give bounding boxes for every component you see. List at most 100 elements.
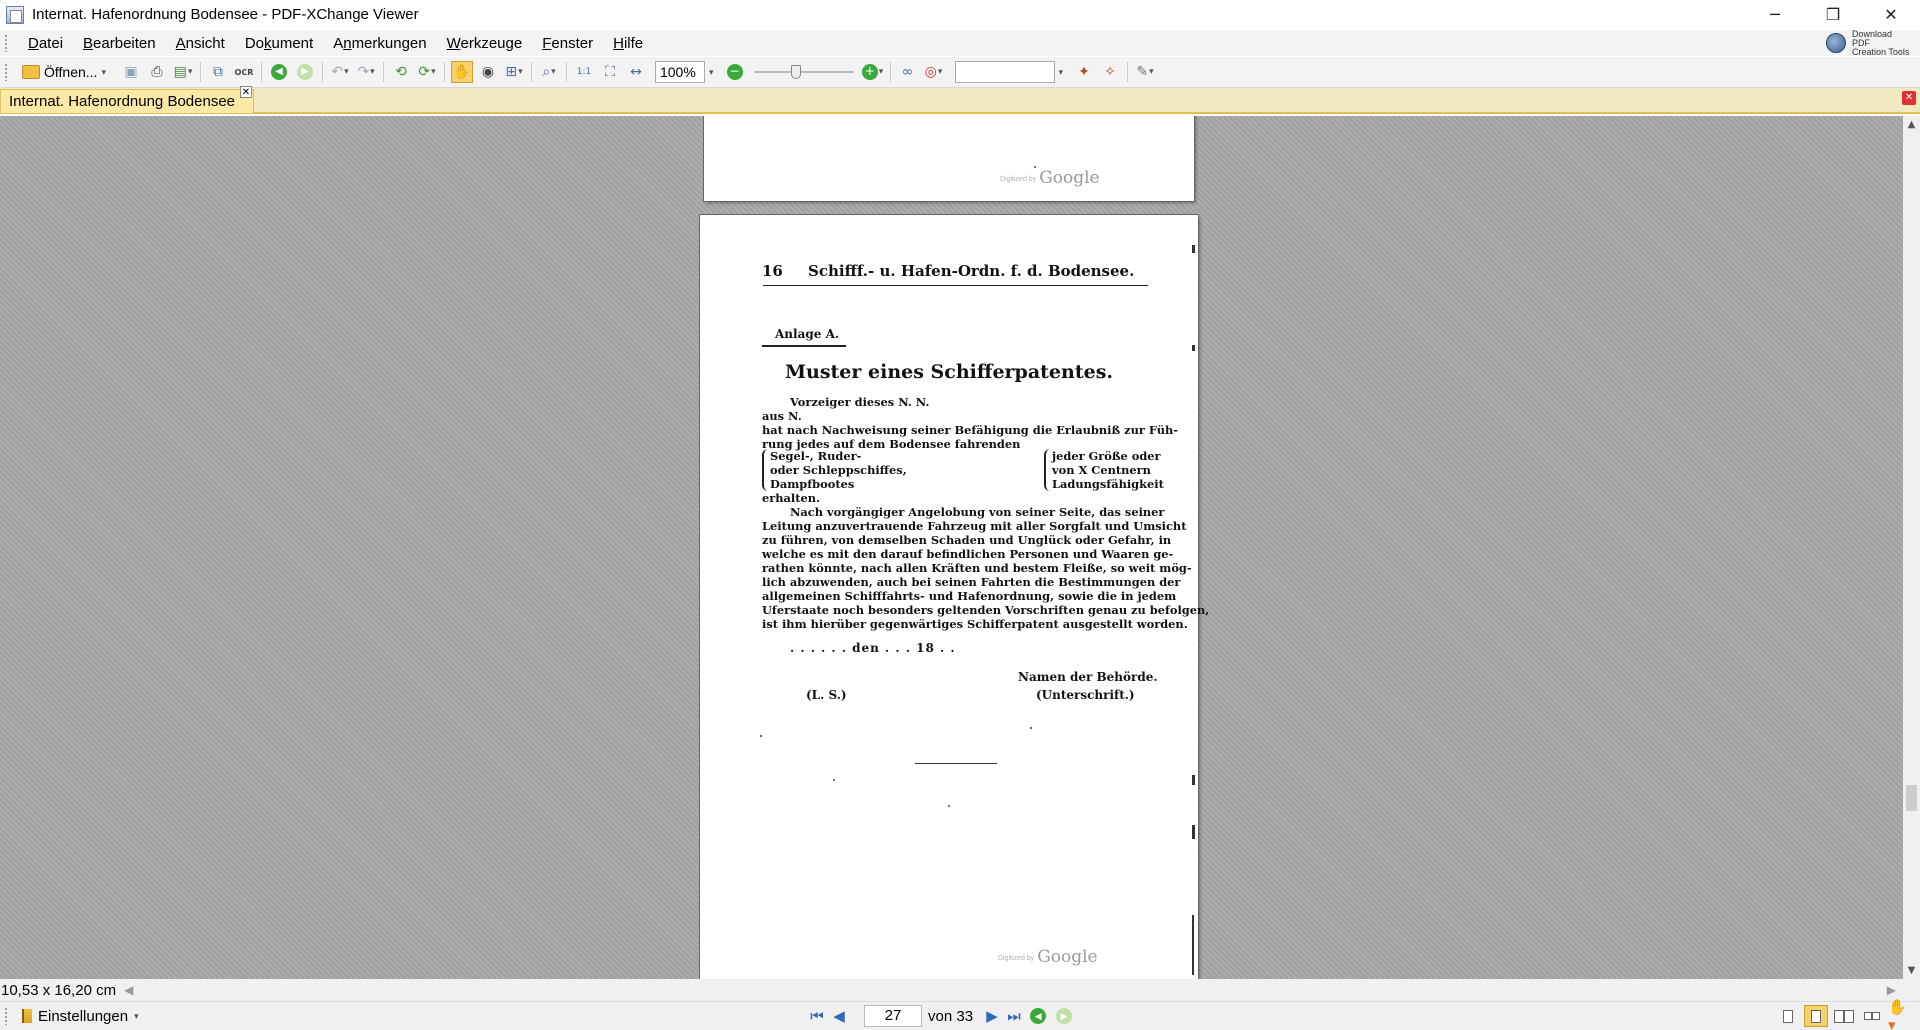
vertical-scroll-thumb[interactable]	[1906, 785, 1917, 811]
promo-line-2: Creation Tools	[1852, 46, 1910, 57]
menu-datei[interactable]: Datei	[18, 35, 73, 52]
restore-button[interactable]: ❐	[1804, 0, 1862, 29]
document-viewport[interactable]: Digitized by Google 16 Schifff.- u. Hafen…	[0, 116, 1903, 979]
search-prev-icon[interactable]: ✦	[1073, 61, 1095, 83]
globe-icon	[1826, 33, 1846, 53]
promo-line-1: Download PDF	[1852, 28, 1893, 48]
continuous-page-icon[interactable]	[1804, 1005, 1828, 1027]
facing-pages-icon[interactable]	[1832, 1005, 1856, 1027]
erhalten-text: erhalten.	[762, 491, 820, 505]
previous-page: Digitized by Google	[704, 116, 1194, 201]
forward-icon[interactable]: ▶	[294, 61, 316, 83]
zoom-slider-thumb[interactable]	[790, 65, 801, 79]
snapshot-icon[interactable]: ◉	[477, 61, 499, 83]
close-window-button[interactable]: ✕	[1862, 0, 1920, 29]
status-bar: Einstellungen ▾ ⏮ ◀ 27 von 33 ▶ ⏭ ◀ ▶ ✋▾	[0, 998, 1920, 1030]
hand-tool-icon[interactable]: ✋	[450, 61, 473, 83]
zoom-out-icon[interactable]: −	[724, 61, 746, 83]
save-icon[interactable]: ▣	[120, 61, 142, 83]
next-page-icon[interactable]: ▶	[981, 1005, 1003, 1027]
paragraph-line: lich abzuwenden, auch bei seinen Fahrten…	[762, 575, 1181, 589]
rotate-left-icon[interactable]: ⟲	[390, 61, 412, 83]
menu-anmerkungen[interactable]: Anmerkungen	[323, 35, 436, 52]
history-forward-icon[interactable]: ▶	[1056, 1008, 1073, 1024]
search-engine-icon[interactable]: ◎	[923, 61, 945, 83]
zoom-dropdown-icon[interactable]: ▾	[709, 67, 714, 78]
appendix-rule	[762, 345, 846, 347]
settings-button[interactable]: Einstellungen ▾	[22, 1008, 139, 1025]
export-icon[interactable]: ▤	[172, 61, 194, 83]
vertical-scrollbar[interactable]: ▲ ▼	[1903, 116, 1920, 979]
toolbar-grip[interactable]	[4, 63, 8, 81]
open-button[interactable]: Öffnen... ▾	[18, 64, 118, 80]
ocr-icon[interactable]: OCR	[233, 61, 255, 83]
scroll-down-icon[interactable]: ▼	[1903, 962, 1920, 979]
zoom-in-icon[interactable]: +	[861, 61, 884, 83]
download-pdf-tools-button[interactable]: Download PDF Creation Tools	[1826, 28, 1912, 57]
scroll-up-icon[interactable]: ▲	[1903, 116, 1920, 133]
fit-width-icon[interactable]: ↔	[625, 61, 647, 83]
vessel-type: oder Schleppschiffes,	[770, 463, 907, 477]
current-page-input[interactable]: 27	[864, 1005, 922, 1027]
vessel-type: Dampfbootes	[770, 477, 855, 491]
capacity-brace: jeder Größe oder von X Centnern Ladungsf…	[1044, 449, 1164, 491]
open-dropdown-icon[interactable]: ▾	[101, 67, 106, 78]
select-text-icon[interactable]: ⊞	[503, 61, 525, 83]
previous-page-icon[interactable]: ◀	[828, 1005, 850, 1027]
settings-dropdown-icon: ▾	[134, 1010, 139, 1021]
undo-icon[interactable]: ↶	[329, 61, 351, 83]
search-input[interactable]	[954, 61, 1055, 83]
close-document-icon[interactable]: ✕	[1902, 91, 1916, 105]
menu-dokument[interactable]: Dokument	[235, 35, 323, 52]
hand-options-icon[interactable]: ✋▾	[1888, 998, 1912, 1030]
open-label: Öffnen...	[44, 64, 98, 80]
paragraph-line: zu führen, von demselben Schaden und Ung…	[762, 533, 1172, 547]
app-icon	[6, 5, 24, 24]
menu-hilfe[interactable]: Hilfe	[603, 35, 653, 52]
menu-bearbeiten[interactable]: Bearbeiten	[73, 35, 166, 52]
running-header: 16 Schifff.- u. Hafen-Ordn. f. d. Bodens…	[762, 262, 1147, 280]
minimize-button[interactable]: ─	[1746, 0, 1804, 29]
find-icon[interactable]: ∞	[897, 61, 919, 83]
paragraph-line: allgemeinen Schifffahrts- und Hafenordnu…	[762, 589, 1177, 603]
document-tab-label: Internat. Hafenordnung Bodensee	[9, 93, 236, 110]
scroll-right-icon[interactable]: ▶	[1887, 983, 1896, 997]
intro-line: hat nach Nachweisung seiner Befähigung d…	[762, 423, 1178, 437]
zoom-tool-icon[interactable]: ⌕	[538, 61, 560, 83]
copy-document-icon[interactable]: ⧉	[207, 61, 229, 83]
rotate-right-icon[interactable]: ⟳	[416, 61, 438, 83]
back-icon[interactable]: ◀	[268, 61, 290, 83]
horizontal-scroll-row: 10,53 x 16,20 cm ◀ ▶	[0, 979, 1920, 1001]
menu-grip[interactable]	[4, 34, 8, 52]
intro-line: Vorzeiger dieses N. N.	[790, 395, 930, 409]
page-navigation: ⏮ ◀ 27 von 33 ▶ ⏭ ◀ ▶	[806, 1004, 1077, 1028]
status-grip[interactable]	[4, 1007, 8, 1025]
redo-icon[interactable]: ↷	[355, 61, 377, 83]
zoom-slider[interactable]	[753, 61, 854, 83]
zoom-level-input[interactable]: 100%	[654, 61, 705, 83]
menu-werkzeuge[interactable]: Werkzeuge	[437, 35, 533, 52]
paragraph-line: Nach vorgängiger Angelobung von seiner S…	[790, 505, 1165, 519]
menu-fenster[interactable]: Fenster	[532, 35, 603, 52]
continuous-facing-icon[interactable]	[1860, 1005, 1884, 1027]
search-next-icon[interactable]: ✧	[1099, 61, 1121, 83]
actual-size-icon[interactable]: 1:1	[573, 61, 595, 83]
document-tab[interactable]: Internat. Hafenordnung Bodensee	[0, 89, 254, 113]
single-page-icon[interactable]	[1776, 1005, 1800, 1027]
tab-close-icon[interactable]: ✕	[240, 86, 252, 98]
menu-ansicht[interactable]: Ansicht	[166, 35, 235, 52]
fit-page-icon[interactable]: ⛶	[599, 61, 621, 83]
print-icon[interactable]: ⎙	[146, 61, 168, 83]
folder-open-icon	[22, 65, 40, 79]
tools-options-icon[interactable]: ✎	[1134, 61, 1156, 83]
document-title: Muster eines Schifferpatentes.	[784, 361, 1114, 383]
scroll-left-icon[interactable]: ◀	[124, 983, 133, 997]
last-page-icon[interactable]: ⏭	[1003, 1005, 1025, 1027]
first-page-icon[interactable]: ⏮	[806, 1005, 828, 1027]
history-back-icon[interactable]: ◀	[1030, 1008, 1047, 1024]
paragraph-line: Leitung anzuvertrauende Fahrzeug mit all…	[762, 519, 1187, 533]
google-watermark: Digitized by Google	[998, 947, 1098, 967]
signature-label: (Unterschrift.)	[1036, 688, 1135, 702]
search-dropdown-icon[interactable]: ▾	[1059, 67, 1064, 78]
paragraph-line: Uferstaate noch besonders geltenden Vors…	[762, 603, 1210, 617]
